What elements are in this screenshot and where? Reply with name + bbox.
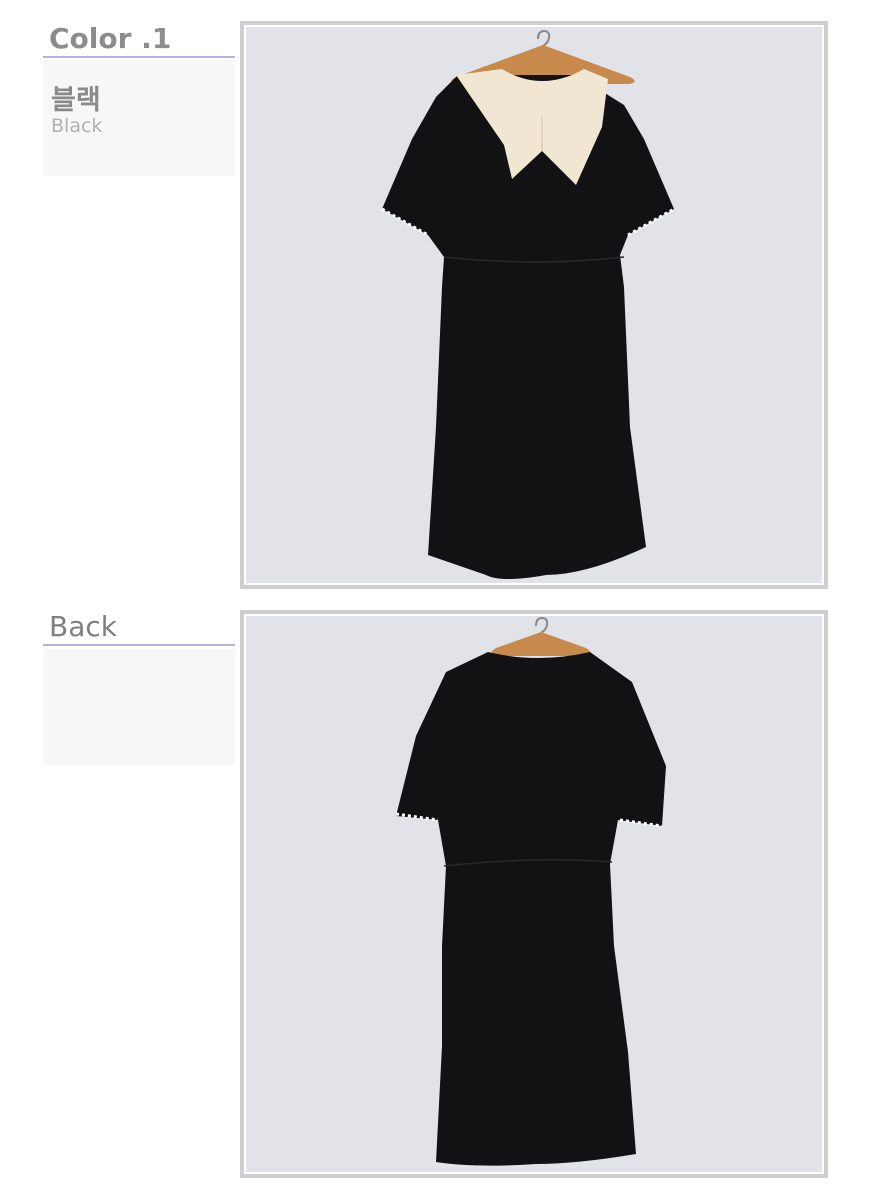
color-section-title: Color .1: [49, 22, 172, 55]
front-photo-frame: [240, 21, 828, 589]
back-photo: [244, 614, 824, 1174]
color-section-header: Color .1: [43, 22, 235, 58]
back-section-title: Back: [49, 610, 117, 643]
front-photo: [244, 25, 824, 585]
back-section-header: Back: [43, 610, 235, 646]
back-dress-image: [246, 616, 822, 1172]
back-info-box: [43, 649, 235, 765]
color-info-box: 블랙 Black: [43, 60, 235, 176]
color-korean-name: 블랙: [51, 85, 101, 116]
color-english-name: Black: [51, 115, 103, 137]
back-photo-frame: [240, 610, 828, 1178]
front-dress-image: [246, 27, 822, 583]
